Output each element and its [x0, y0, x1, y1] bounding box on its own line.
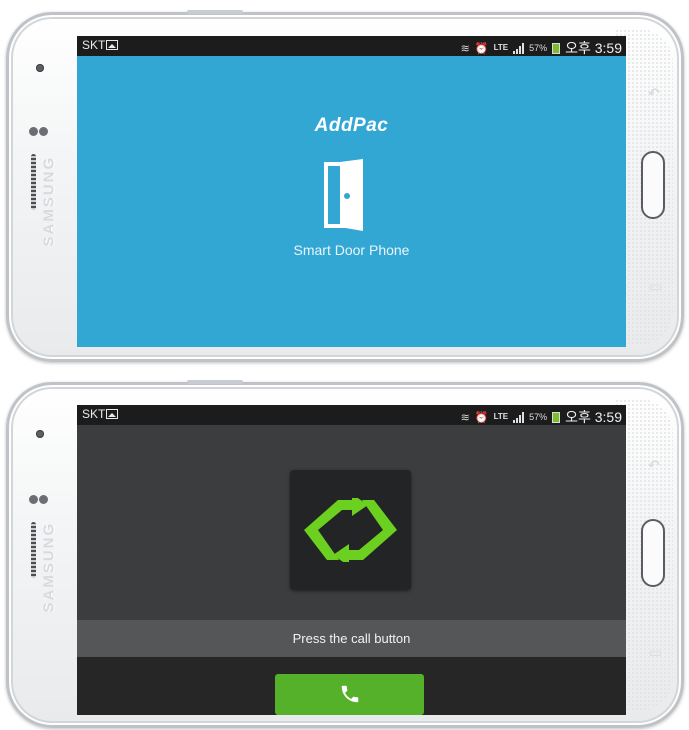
front-camera [36, 64, 44, 72]
network-type: LTE [493, 412, 509, 421]
proximity-sensor [29, 495, 38, 504]
menu-key-icon: ▭ [649, 278, 663, 294]
battery-icon [552, 411, 561, 423]
back-key-icon: ↶ [648, 457, 660, 473]
phone-icon [341, 685, 359, 703]
vibrate-icon: ≋ [460, 411, 470, 424]
battery-icon [552, 42, 561, 54]
home-button[interactable] [641, 151, 665, 219]
carrier-label: SKT [82, 407, 106, 421]
door-icon [324, 159, 363, 231]
status-bar: SKT ≋ ⏰ LTE 57% 오후 3:59 [77, 36, 626, 56]
app-logo: AddPac [314, 115, 389, 136]
status-bar: SKT ≋ ⏰ LTE 57% 오후 3:59 [77, 405, 626, 425]
front-camera [36, 430, 44, 438]
earpiece-speaker [31, 522, 36, 578]
signal-icon [513, 411, 525, 423]
sync-arrows-icon [304, 498, 397, 562]
gallery-notification-icon [106, 40, 118, 50]
clock: 오후 3:59 [565, 409, 622, 425]
light-sensor [39, 127, 48, 136]
splash-background: AddPac Smart Door Phone [77, 56, 626, 347]
screen-splash: SKT ≋ ⏰ LTE 57% 오후 3:59 AddPac Smart Doo… [77, 36, 626, 347]
earpiece-speaker [31, 154, 36, 210]
proximity-sensor [29, 127, 38, 136]
screen-call: SKT ≋ ⏰ LTE 57% 오후 3:59 Press the call b… [77, 405, 626, 715]
call-background: Press the call button [77, 425, 626, 715]
battery-percent: 57% [529, 412, 548, 422]
vibrate-icon: ≋ [460, 42, 470, 55]
call-prompt: Press the call button [77, 620, 626, 657]
phone-frame-bottom: SAMSUNG ↶ ▭ SKT ≋ ⏰ LTE 57% 오후 3:59 Pres… [6, 380, 684, 728]
home-button[interactable] [641, 519, 665, 587]
bottom-action-bar [77, 657, 626, 715]
connection-status-tile [290, 470, 411, 590]
call-button[interactable] [275, 674, 424, 715]
alarm-icon: ⏰ [474, 42, 489, 55]
menu-key-icon: ▭ [649, 644, 663, 660]
gallery-notification-icon [106, 409, 118, 419]
app-title: Smart Door Phone [293, 242, 410, 258]
phone-frame-top: SAMSUNG ↶ ▭ SKT ≋ ⏰ LTE 57% 오후 3:59 AddP… [6, 10, 684, 362]
alarm-icon: ⏰ [474, 411, 489, 424]
signal-icon [513, 42, 525, 54]
carrier-label: SKT [82, 38, 106, 52]
network-type: LTE [493, 43, 509, 52]
light-sensor [39, 495, 48, 504]
back-key-icon: ↶ [648, 85, 660, 101]
brand-label: SAMSUNG [40, 155, 58, 247]
brand-label: SAMSUNG [40, 521, 58, 613]
battery-percent: 57% [529, 43, 548, 53]
clock: 오후 3:59 [565, 40, 622, 56]
